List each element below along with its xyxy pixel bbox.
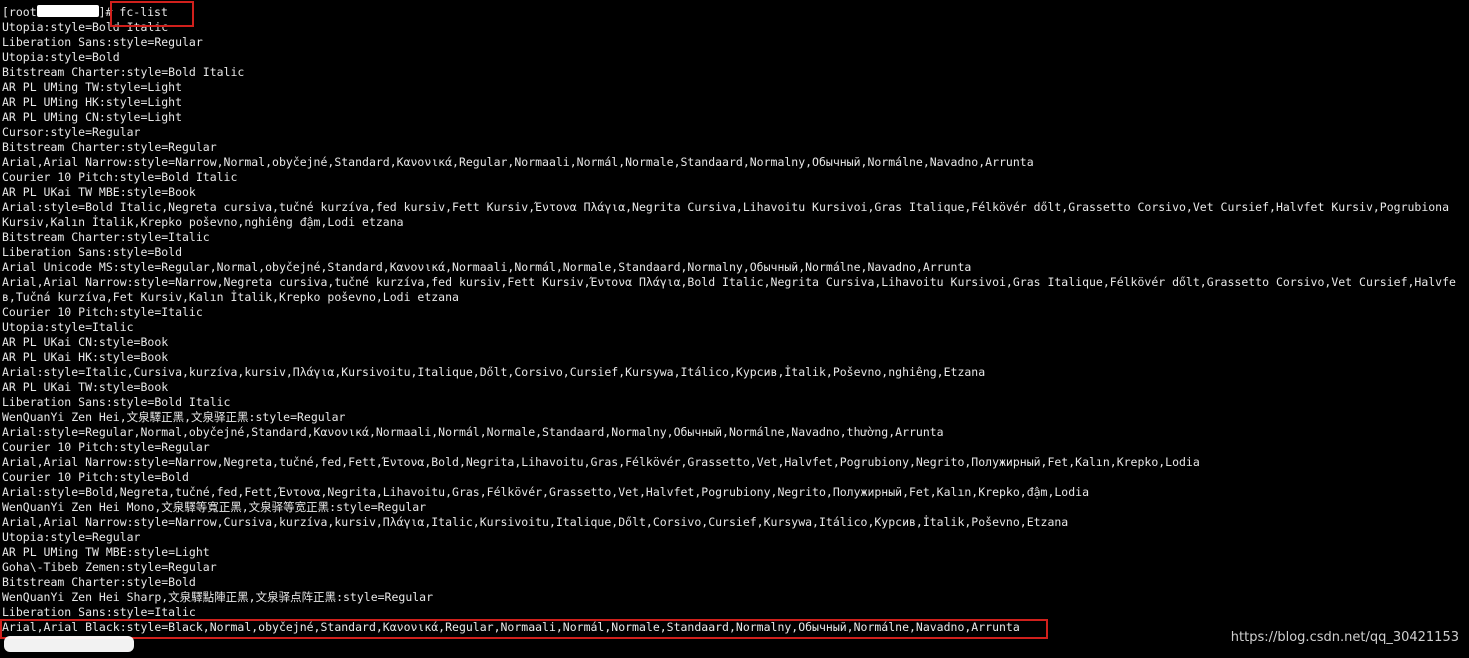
output-line: Arial:style=Italic,Cursiva,kurzíva,kursi… — [2, 365, 986, 379]
output-line: Goha\-Tibeb Zemen:style=Regular — [2, 560, 217, 574]
output-line: AR PL UKai HK:style=Book — [2, 350, 169, 364]
prompt-user: [root — [2, 5, 37, 19]
redacted-hostname — [36, 5, 99, 17]
output-line: WenQuanYi Zen Hei,文泉驛正黑,文泉驿正黑:style=Regu… — [2, 410, 346, 424]
output-line: AR PL UKai CN:style=Book — [2, 335, 169, 349]
watermark: https://blog.csdn.net/qq_30421153 — [1230, 630, 1459, 645]
output-line: WenQuanYi Zen Hei Sharp,文泉驛點陣正黑,文泉驿点阵正黑:… — [2, 590, 434, 604]
terminal-output: [root ]# fc-list Utopia:style=Bold Italic… — [2, 5, 1469, 635]
output-line: Bitstream Charter:style=Italic — [2, 230, 210, 244]
output-line: Arial,Arial Narrow:style=Narrow,Normal,o… — [2, 155, 1034, 169]
output-line: Liberation Sans:style=Bold — [2, 245, 183, 259]
output-line: Kursiv,Kalın İtalik,Krepko poševno,nghiê… — [2, 215, 404, 229]
output-line: AR PL UMing TW:style=Light — [2, 80, 183, 94]
output-line: Courier 10 Pitch:style=Bold Italic — [2, 170, 238, 184]
output-line: Liberation Sans:style=Regular — [2, 35, 203, 49]
output-line: в,Tučná kurzíva,Fet Kursiv,Kalın İtalik,… — [2, 290, 459, 304]
output-line: Arial,Arial Narrow:style=Narrow,Negreta,… — [2, 455, 1200, 469]
output-line: AR PL UMing HK:style=Light — [2, 95, 183, 109]
output-line: Bitstream Charter:style=Bold Italic — [2, 65, 245, 79]
output-line: Utopia:style=Bold — [2, 50, 120, 64]
output-line: AR PL UKai TW MBE:style=Book — [2, 185, 196, 199]
output-line: Arial,Arial Narrow:style=Narrow,Negreta … — [2, 275, 1456, 289]
font-list: Utopia:style=Bold Italic Liberation Sans:… — [2, 20, 1469, 635]
output-line: Arial:style=Regular,Normal,obyčejné,Stan… — [2, 425, 944, 439]
output-line: Bitstream Charter:style=Bold — [2, 575, 196, 589]
output-line: WenQuanYi Zen Hei Mono,文泉驛等寬正黑,文泉驿等宽正黑:s… — [2, 500, 427, 514]
output-line: Courier 10 Pitch:style=Italic — [2, 305, 203, 319]
redacted-prompt — [4, 636, 134, 652]
output-line: AR PL UMing CN:style=Light — [2, 110, 183, 124]
output-line: Liberation Sans:style=Italic — [2, 605, 196, 619]
output-line: AR PL UMing TW MBE:style=Light — [2, 545, 210, 559]
output-line: Liberation Sans:style=Bold Italic — [2, 395, 231, 409]
output-line: Utopia:style=Regular — [2, 530, 141, 544]
output-line: Cursor:style=Regular — [2, 125, 141, 139]
output-line: Arial,Arial Narrow:style=Narrow,Cursiva,… — [2, 515, 1069, 529]
output-line: Courier 10 Pitch:style=Regular — [2, 440, 210, 454]
command-text: fc-list — [119, 5, 168, 19]
output-line: Arial Unicode MS:style=Regular,Normal,ob… — [2, 260, 972, 274]
output-line: Arial:style=Bold Italic,Negreta cursiva,… — [2, 200, 1450, 214]
output-line: Courier 10 Pitch:style=Bold — [2, 470, 189, 484]
output-line: AR PL UKai TW:style=Book — [2, 380, 169, 394]
prompt-suffix: ]# — [98, 5, 113, 19]
terminal-window[interactable]: [root ]# fc-list Utopia:style=Bold Italic… — [0, 0, 1469, 658]
output-line: Arial:style=Bold,Negreta,tučné,fed,Fett,… — [2, 485, 1090, 499]
output-line: Utopia:style=Bold Italic — [2, 20, 169, 34]
output-line: Bitstream Charter:style=Regular — [2, 140, 217, 154]
output-line: Utopia:style=Italic — [2, 320, 134, 334]
prompt-line: [root ]# fc-list — [2, 5, 1469, 20]
